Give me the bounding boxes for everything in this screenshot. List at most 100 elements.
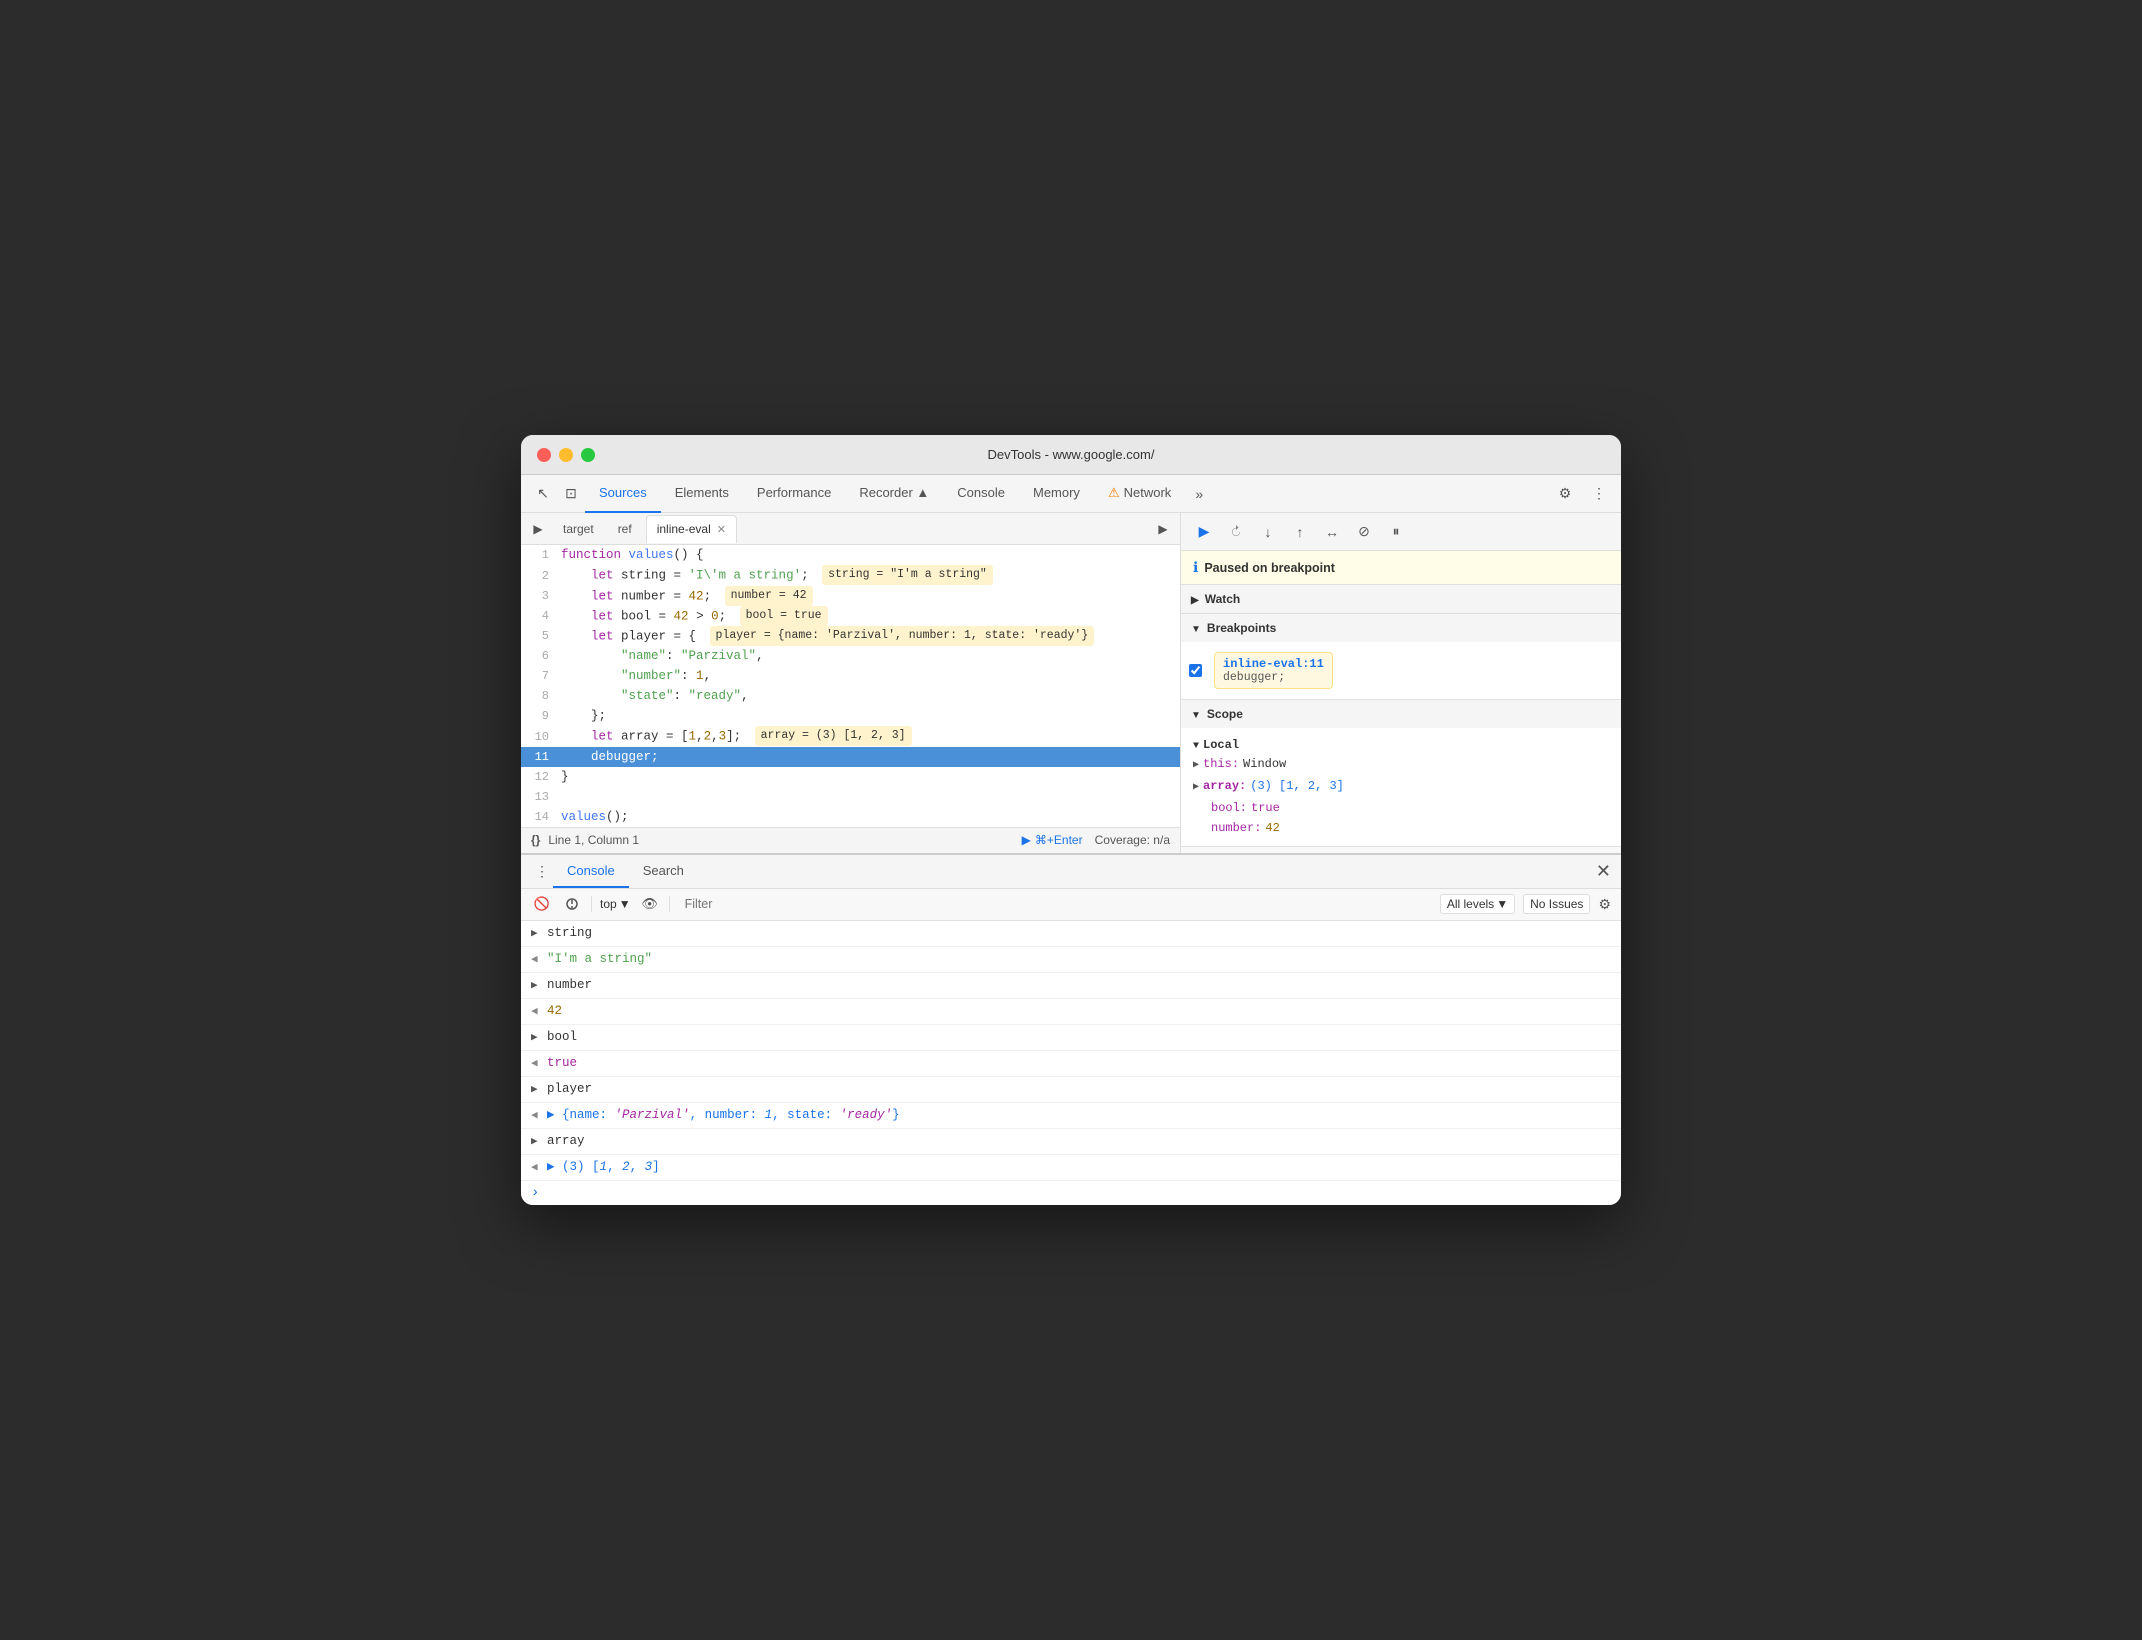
console-filter-input[interactable] [678,894,1432,914]
scope-item-this[interactable]: this: Window [1181,754,1621,776]
code-line-8: 8 "state": "ready", [521,686,1180,706]
watch-section: Watch [1181,585,1621,614]
tab-network[interactable]: ⚠Network [1094,475,1185,513]
main-content: ▶ target ref inline-eval ✕ ▶ 1 function … [521,513,1621,852]
step-over-button[interactable] [1223,519,1249,545]
code-line-2: 2 let string = 'I\'m a string'; string =… [521,565,1180,585]
local-expand-icon [1193,738,1199,752]
code-line-4: 4 let bool = 42 > 0; bool = true [521,606,1180,626]
run-shortcut: ⌘+Enter [1035,833,1083,847]
console-output: ▶ string ◀ "I'm a string" ▶ number ◀ 42 … [521,921,1621,1205]
source-tabs: ▶ target ref inline-eval ✕ ▶ [521,513,1180,545]
breakpoint-row: inline-eval:11 debugger; [1181,646,1621,695]
scope-item-array[interactable]: array: (3) [1, 2, 3] [1181,776,1621,798]
return-icon-2: ◀ [531,1002,543,1022]
local-label: Local [1203,738,1239,752]
source-tab-end[interactable]: ▶ [1152,518,1174,540]
code-line-11: 11 debugger; [521,747,1180,767]
window-title: DevTools - www.google.com/ [988,447,1155,462]
console-row-array-in: ◀ ▶ (3) [1, 2, 3] [521,1155,1621,1181]
filter-toggle-button[interactable] [561,893,583,915]
scope-item-bool: bool: true [1181,798,1621,818]
sidebar-toggle[interactable]: ▶ [527,518,549,540]
console-prompt[interactable]: › [521,1181,1621,1205]
expand-icon-3[interactable]: ▶ [531,1028,543,1048]
more-tabs-button[interactable]: » [1185,480,1213,508]
array-expand-icon [1193,779,1199,797]
source-tab-inline-eval[interactable]: inline-eval ✕ [646,515,737,543]
run-button[interactable]: ▶ ⌘+Enter [1022,833,1083,847]
console-toolbar: 🚫 top ▼ 👁 All levels ▼ No Issues ⚙ [521,889,1621,921]
toolbar-separator-2 [669,896,670,912]
console-input[interactable] [545,1186,1611,1200]
close-tab-icon[interactable]: ✕ [717,523,726,536]
tab-search[interactable]: Search [629,854,698,888]
console-row-number-out: ▶ number [521,973,1621,999]
breakpoint-name: inline-eval:11 [1223,657,1324,671]
maximize-button[interactable] [581,448,595,462]
close-button[interactable] [537,448,551,462]
sources-panel: ▶ target ref inline-eval ✕ ▶ 1 function … [521,513,1181,852]
source-tab-ref[interactable]: ref [608,515,642,543]
console-tab-bar: ⋮ Console Search ✕ [521,855,1621,889]
step-out-button[interactable]: ↑ [1287,519,1313,545]
tab-console[interactable]: Console [943,475,1019,513]
eye-icon[interactable]: 👁 [639,893,661,915]
expand-icon-5[interactable]: ▶ [531,1132,543,1152]
tab-recorder[interactable]: Recorder ▲ [845,475,943,513]
paused-info-bar: ℹ Paused on breakpoint [1181,551,1621,585]
bottom-panel: ⋮ Console Search ✕ 🚫 top ▼ 👁 [521,853,1621,1205]
log-levels-dropdown[interactable]: All levels ▼ [1440,894,1515,914]
deactivate-breakpoints-button[interactable]: ⊘ [1351,519,1377,545]
scope-tree: Local this: Window array: (3) [1, 2, 3] [1181,732,1621,842]
more-options-icon[interactable]: ⋮ [1585,480,1613,508]
tab-performance[interactable]: Performance [743,475,845,513]
console-menu-icon[interactable]: ⋮ [531,860,553,882]
expand-icon-4[interactable]: ▶ [531,1080,543,1100]
console-settings-icon[interactable]: ⚙ [1598,896,1611,913]
code-line-1: 1 function values() { [521,545,1180,565]
settings-icon[interactable]: ⚙ [1551,480,1579,508]
breakpoints-header[interactable]: Breakpoints [1181,614,1621,642]
prompt-arrow: › [531,1185,539,1201]
resume-button[interactable]: ▶ [1191,519,1217,545]
step-button[interactable]: ↔ [1319,519,1345,545]
console-row-player-in: ◀ ▶ {name: 'Parzival', number: 1, state:… [521,1103,1621,1129]
status-bar: {} Line 1, Column 1 ▶ ⌘+Enter Coverage: … [521,827,1180,853]
pretty-print-icon[interactable]: {} [531,833,540,847]
settings-area: ⚙ ⋮ [1551,480,1613,508]
tab-memory[interactable]: Memory [1019,475,1094,513]
cursor-position: Line 1, Column 1 [548,833,639,847]
info-icon: ℹ [1193,559,1198,576]
pause-on-exceptions-button[interactable]: ⏸ [1383,519,1409,545]
tab-elements[interactable]: Elements [661,475,743,513]
expand-icon[interactable]: ▶ [531,924,543,944]
console-row-bool-out: ▶ bool [521,1025,1621,1051]
watch-header[interactable]: Watch [1181,585,1621,613]
source-tab-target[interactable]: target [553,515,604,543]
breakpoints-expand-icon [1191,621,1201,635]
status-bar-right: ▶ ⌘+Enter Coverage: n/a [1022,833,1170,847]
console-row-array-out: ▶ array [521,1129,1621,1155]
window-controls [537,448,595,462]
step-into-button[interactable]: ↓ [1255,519,1281,545]
breakpoint-checkbox[interactable] [1189,664,1202,677]
watch-label: Watch [1205,592,1241,606]
breakpoint-code: debugger; [1223,671,1324,684]
code-editor[interactable]: 1 function values() { 2 let string = 'I\… [521,545,1180,826]
tab-console-bottom[interactable]: Console [553,854,629,888]
cursor-icon[interactable]: ↖ [529,480,557,508]
debugger-toolbar: ▶ ↓ ↑ ↔ ⊘ ⏸ [1181,513,1621,551]
clear-console-button[interactable]: 🚫 [531,893,553,915]
local-section[interactable]: Local [1181,736,1621,754]
scope-item-number: number: 42 [1181,818,1621,838]
scope-header[interactable]: Scope [1181,700,1621,728]
tab-sources[interactable]: Sources [585,475,661,513]
context-selector[interactable]: top ▼ [600,897,631,911]
issues-button[interactable]: No Issues [1523,894,1590,914]
expand-icon-2[interactable]: ▶ [531,976,543,996]
close-console-button[interactable]: ✕ [1596,862,1611,880]
toolbar-separator [591,896,592,912]
minimize-button[interactable] [559,448,573,462]
device-icon[interactable]: ⊡ [557,480,585,508]
